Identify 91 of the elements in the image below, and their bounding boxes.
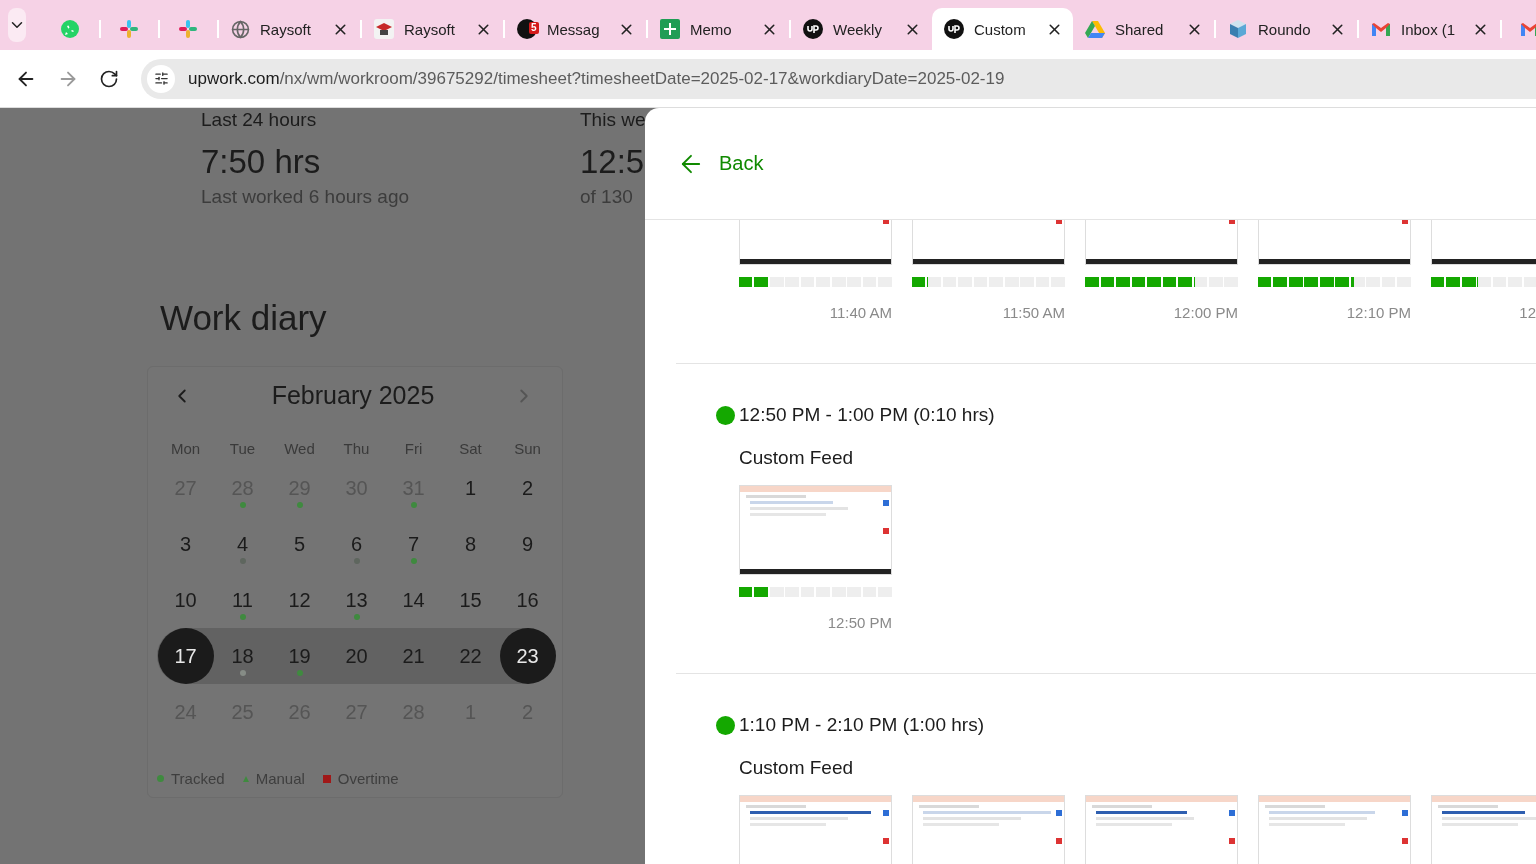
screenshot-thumbnail[interactable] — [1085, 795, 1238, 864]
tab-title: Custom — [974, 20, 1027, 38]
screenshot-time: 12:10 PM — [1346, 304, 1411, 321]
hat-icon — [374, 19, 394, 39]
weekday-label: Fri — [404, 440, 423, 457]
calendar-day[interactable]: 9 — [521, 532, 534, 556]
calendar-day[interactable]: 3 — [179, 532, 192, 556]
stat-label: Last 24 hours — [201, 109, 317, 131]
browser-tab[interactable]: Shared — [1073, 8, 1214, 50]
url-text: upwork.com/nx/wm/workroom/39675292/timesheet?timesheetDate=2025-02-17&workdiaryDate=2025-02-19 — [188, 68, 1005, 89]
pinwheel-icon — [178, 19, 198, 39]
site-settings-button[interactable] — [147, 64, 175, 93]
weekday-label: Mon — [170, 440, 201, 457]
browser-tab[interactable]: Roundo — [1216, 8, 1357, 50]
calendar-day[interactable]: 13 — [345, 588, 368, 612]
tab-title: Inbox (1 — [1401, 20, 1457, 38]
stat-value: 12:5 — [580, 143, 645, 181]
back-link[interactable]: Back — [677, 149, 764, 178]
up-logo-icon — [944, 19, 964, 39]
reload-button[interactable] — [99, 68, 119, 89]
memo-text: Custom Feed — [739, 757, 854, 779]
calendar-day[interactable]: 16 — [516, 588, 539, 612]
month-title: February 2025 — [271, 381, 435, 410]
badge: 5 — [529, 22, 539, 34]
browser-tab[interactable]: Inbox (1 — [1359, 8, 1500, 50]
tab-title: Messag — [547, 20, 601, 38]
screenshot-thumbnail[interactable] — [1258, 795, 1411, 864]
calendar-day[interactable]: 20 — [345, 644, 368, 668]
tab-title: Weekly — [833, 20, 883, 38]
time-range: 1:10 PM - 2:10 PM (1:00 hrs) — [739, 714, 984, 736]
stat-label: This we — [580, 109, 646, 131]
chat-bubble-icon — [60, 19, 80, 39]
tab-title: Memo — [690, 20, 733, 38]
screenshot-thumbnail[interactable] — [739, 485, 892, 575]
weekday-label: Wed — [284, 440, 315, 457]
weekday-label: Sat — [459, 440, 482, 457]
calendar-day[interactable]: 23 — [499, 628, 556, 684]
sheet-icon — [660, 19, 680, 39]
tab-title: Raysoft — [260, 20, 312, 38]
browser-tab[interactable]: 5 Messag — [505, 8, 646, 50]
cube-icon — [1228, 19, 1248, 39]
tab-search-button[interactable] — [8, 8, 26, 42]
sliders-icon — [153, 71, 169, 86]
calendar-day[interactable]: 18 — [231, 644, 254, 668]
mail-icon — [1520, 21, 1536, 37]
calendar-day[interactable]: 2 — [521, 476, 534, 500]
memo-text: Custom Feed — [739, 447, 854, 469]
calendar-day[interactable]: 22 — [459, 644, 482, 668]
calendar-day[interactable]: 21 — [402, 644, 425, 668]
calendar-day[interactable]: 8 — [464, 532, 477, 556]
screenshot-time: 12 — [1519, 304, 1536, 321]
browser-tab[interactable]: Raysoft — [362, 8, 503, 50]
globe-icon — [231, 19, 250, 39]
calendar-day[interactable]: 12 — [288, 588, 311, 612]
calendar-day[interactable]: 6 — [350, 532, 363, 556]
tab-title: Roundo — [1258, 20, 1312, 38]
tab-title: Raysoft — [404, 20, 456, 38]
screenshot-time: 11:50 AM — [1002, 304, 1065, 321]
calendar-day[interactable]: 15 — [459, 588, 482, 612]
browser-tab[interactable]: Memo — [648, 8, 789, 50]
weekday-label: Thu — [343, 440, 370, 457]
screenshot-thumbnail[interactable] — [912, 795, 1065, 864]
calendar-day[interactable]: 10 — [174, 588, 197, 612]
calendar-day[interactable]: 19 — [288, 644, 311, 668]
triangle-icon — [1085, 20, 1105, 38]
calendar-day[interactable]: 4 — [236, 532, 249, 556]
browser-tab[interactable]: Weekly — [791, 8, 932, 50]
status-dot — [716, 405, 735, 425]
calendar-day[interactable]: 17 — [157, 628, 214, 684]
calendar-day[interactable]: 5 — [293, 532, 306, 556]
address-bar[interactable]: upwork.com/nx/wm/workroom/39675292/timesheet?timesheetDate=2025-02-17&workdiaryDate=2025-02-19 — [141, 58, 1536, 99]
browser-tab[interactable]: Custom — [932, 8, 1073, 50]
mail-icon — [1371, 21, 1391, 37]
up-logo-icon — [803, 19, 823, 39]
calendar-day[interactable]: 11 — [232, 588, 253, 612]
calendar-day[interactable]: 14 — [402, 588, 425, 612]
status-dot — [716, 715, 735, 735]
browser-tab[interactable]: Raysoft — [219, 8, 360, 50]
tab-title: Shared — [1115, 20, 1165, 38]
screenshot-thumbnail[interactable] — [739, 795, 892, 864]
screenshot-time: 12:50 PM — [827, 614, 892, 631]
screenshot-time: 12:00 PM — [1173, 304, 1238, 321]
weekday-label: Sun — [514, 440, 541, 457]
calendar-day[interactable]: 7 — [407, 532, 420, 556]
weekday-label: Tue — [229, 440, 256, 457]
stat-value: 7:50 hrs — [201, 143, 321, 181]
time-range: 12:50 PM - 1:00 PM (0:10 hrs) — [739, 404, 995, 426]
calendar-day[interactable]: 1 — [464, 476, 477, 500]
section-heading: Work diary — [160, 298, 327, 338]
pinwheel-icon — [119, 19, 139, 39]
screenshot-time: 11:40 AM — [829, 304, 892, 321]
